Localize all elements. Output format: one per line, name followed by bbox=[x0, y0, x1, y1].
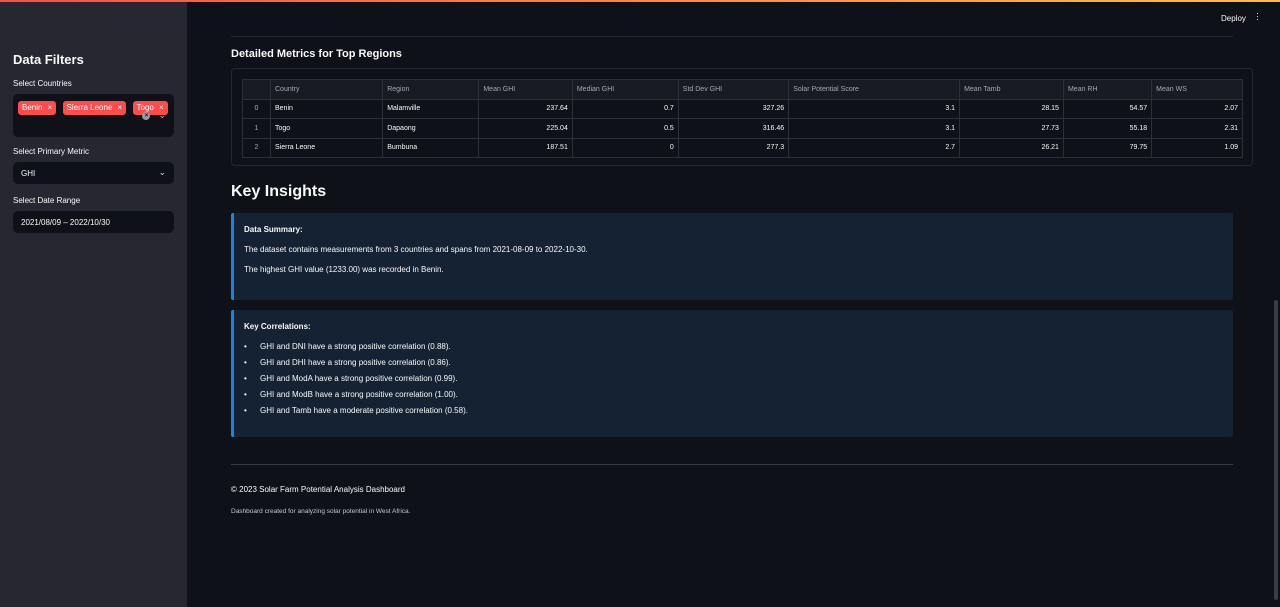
sidebar: Data Filters Select Countries Benin × Si… bbox=[0, 2, 187, 607]
list-item: GHI and DNI have a strong positive corre… bbox=[244, 342, 1223, 351]
divider bbox=[231, 36, 1233, 37]
table-cell[interactable]: 28.15 bbox=[959, 98, 1064, 119]
table-cell[interactable]: 54.57 bbox=[1062, 98, 1153, 119]
table-row: 1 Togo Dapaong 225.04 0.5 316.46 3.1 27.… bbox=[242, 118, 1243, 139]
summary-title: Data Summary: bbox=[244, 225, 303, 234]
table-cell[interactable]: 2.31 bbox=[1151, 118, 1243, 139]
table-row: 2 Sierra Leone Bumbuna 187.51 0 277.3 2.… bbox=[242, 137, 1243, 158]
country-chip-sierra-leone[interactable]: Sierra Leone × bbox=[62, 100, 127, 115]
table-cell[interactable]: 0.7 bbox=[571, 98, 679, 119]
table-cell[interactable]: 2.7 bbox=[788, 137, 961, 158]
date-label: Select Date Range bbox=[13, 196, 81, 205]
correlations-list: GHI and DNI have a strong positive corre… bbox=[244, 342, 1223, 415]
column-header[interactable]: Mean WS bbox=[1151, 79, 1243, 100]
metric-value: GHI bbox=[21, 169, 36, 178]
column-header[interactable]: Std Dev GHI bbox=[677, 79, 790, 100]
metrics-table-container[interactable]: Country Region Mean GHI Median GHI Std D… bbox=[231, 68, 1253, 166]
table-cell[interactable]: 3.1 bbox=[788, 98, 961, 119]
table-cell[interactable]: 27.73 bbox=[959, 118, 1064, 139]
column-header[interactable]: Solar Potential Score bbox=[788, 79, 961, 100]
table-cell[interactable]: Benin bbox=[269, 98, 384, 119]
index-header bbox=[242, 79, 271, 100]
table-cell[interactable]: Dapaong bbox=[382, 118, 480, 139]
clear-all-icon[interactable]: ✕ bbox=[142, 111, 151, 120]
table-cell[interactable]: Bumbuna bbox=[382, 137, 480, 158]
table-cell[interactable]: 79.75 bbox=[1062, 137, 1153, 158]
metric-select[interactable]: GHI ⌄ bbox=[13, 162, 174, 184]
column-header[interactable]: Region bbox=[382, 79, 480, 100]
chevron-down-icon[interactable]: ⌄ bbox=[158, 110, 166, 121]
vertical-dots-icon[interactable]: · · · bbox=[1256, 9, 1259, 24]
table-cell[interactable]: 2.07 bbox=[1151, 98, 1243, 119]
chevron-down-icon[interactable]: ⌄ bbox=[158, 167, 166, 178]
countries-multiselect[interactable]: Benin × Sierra Leone × Togo × ✕ ⌄ bbox=[13, 94, 174, 137]
column-header[interactable]: Country bbox=[269, 79, 384, 100]
correlations-title: Key Correlations: bbox=[244, 322, 311, 331]
table-cell[interactable]: 3.1 bbox=[788, 118, 961, 139]
row-index: 1 bbox=[242, 118, 271, 139]
row-index: 0 bbox=[242, 98, 271, 119]
column-header[interactable]: Mean GHI bbox=[478, 79, 573, 100]
table-cell[interactable]: Malamville bbox=[382, 98, 480, 119]
date-value: 2021/08/09 – 2022/10/30 bbox=[21, 218, 110, 227]
table-cell[interactable]: 55.18 bbox=[1062, 118, 1153, 139]
table-row: 0 Benin Malamville 237.64 0.7 327.26 3.1… bbox=[242, 98, 1243, 119]
chip-label: Benin bbox=[22, 103, 43, 112]
list-item: GHI and Tamb have a moderate positive co… bbox=[244, 406, 1223, 415]
table-cell[interactable]: Togo bbox=[269, 118, 384, 139]
insights-heading: Key Insights bbox=[231, 183, 327, 200]
table-cell[interactable]: 277.3 bbox=[677, 137, 790, 158]
metrics-heading: Detailed Metrics for Top Regions bbox=[231, 48, 402, 60]
table-cell[interactable]: 26.21 bbox=[959, 137, 1064, 158]
table-cell[interactable]: 1.09 bbox=[1151, 137, 1243, 158]
sidebar-title: Data Filters bbox=[13, 52, 84, 67]
table-cell[interactable]: 225.04 bbox=[478, 118, 573, 139]
metric-label: Select Primary Metric bbox=[13, 147, 90, 156]
row-index: 2 bbox=[242, 137, 271, 158]
column-header[interactable]: Mean Tamb bbox=[959, 79, 1064, 100]
column-header[interactable]: Median GHI bbox=[571, 79, 679, 100]
key-correlations-box: Key Correlations: GHI and DNI have a str… bbox=[231, 310, 1233, 437]
date-range-input[interactable]: 2021/08/09 – 2022/10/30 bbox=[13, 211, 174, 233]
table-cell[interactable]: 0.5 bbox=[571, 118, 679, 139]
data-summary-box: Data Summary: The dataset contains measu… bbox=[231, 213, 1233, 300]
deploy-button[interactable]: Deploy bbox=[1221, 14, 1246, 23]
chip-label: Sierra Leone bbox=[66, 103, 113, 112]
list-item: GHI and ModA have a strong positive corr… bbox=[244, 374, 1223, 383]
footer-divider bbox=[231, 464, 1233, 465]
table-cell[interactable]: 0 bbox=[571, 137, 679, 158]
metrics-table: Country Region Mean GHI Median GHI Std D… bbox=[242, 79, 1243, 158]
column-header[interactable]: Mean RH bbox=[1062, 79, 1153, 100]
copyright-text: © 2023 Solar Farm Potential Analysis Das… bbox=[231, 485, 405, 494]
credit-text: Dashboard created for analyzing solar po… bbox=[231, 508, 411, 515]
countries-label: Select Countries bbox=[13, 79, 72, 88]
table-cell[interactable]: 237.64 bbox=[478, 98, 573, 119]
table-cell[interactable]: 327.26 bbox=[677, 98, 790, 119]
country-chip-benin[interactable]: Benin × bbox=[18, 100, 57, 115]
table-cell[interactable]: 316.46 bbox=[677, 118, 790, 139]
list-item: GHI and ModB have a strong positive corr… bbox=[244, 390, 1223, 399]
remove-chip-icon[interactable]: × bbox=[117, 103, 122, 112]
top-accent-bar bbox=[0, 0, 1280, 2]
table-cell[interactable]: 187.51 bbox=[478, 137, 573, 158]
remove-chip-icon[interactable]: × bbox=[47, 103, 52, 112]
table-cell[interactable]: Sierra Leone bbox=[269, 137, 384, 158]
summary-text: The highest GHI value (1233.00) was reco… bbox=[244, 265, 444, 274]
list-item: GHI and DHI have a strong positive corre… bbox=[244, 358, 1223, 367]
summary-text: The dataset contains measurements from 3… bbox=[244, 245, 588, 254]
table-header-row: Country Region Mean GHI Median GHI Std D… bbox=[242, 79, 1243, 100]
scrollbar[interactable] bbox=[1274, 300, 1278, 600]
